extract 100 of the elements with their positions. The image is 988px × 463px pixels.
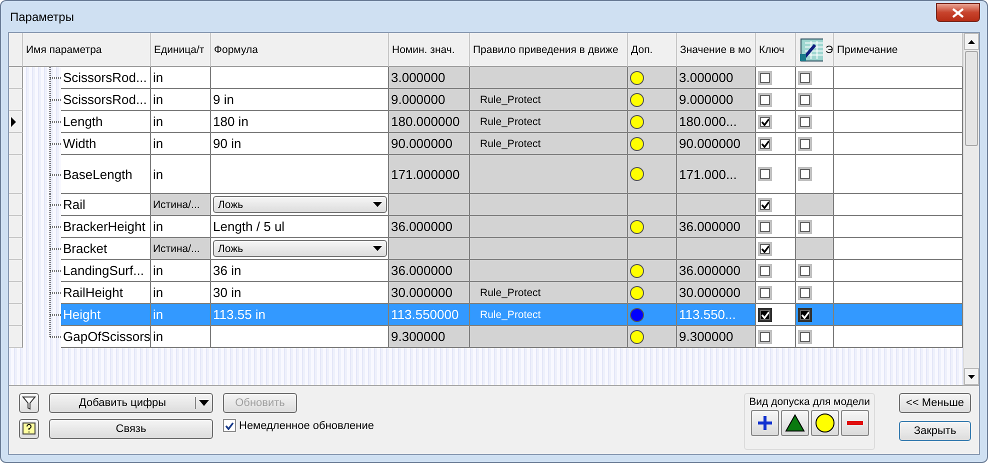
table-cell: 113.550... <box>677 304 756 326</box>
table-cell: 9 in <box>211 89 389 111</box>
checkbox[interactable] <box>758 167 772 181</box>
tree-line <box>49 111 61 133</box>
table-cell: 30.000000 <box>389 282 470 304</box>
table-cell: Length / 5 ul <box>211 216 389 238</box>
tree-line <box>49 89 61 111</box>
checkbox[interactable] <box>758 114 772 128</box>
table-cell: in <box>151 304 211 326</box>
scroll-up-button[interactable] <box>964 33 979 50</box>
table-cell: 30 in <box>211 282 389 304</box>
column-header[interactable]: Имя параметра <box>23 33 151 67</box>
immediate-update-checkbox[interactable]: Немедленное обновление <box>223 419 374 432</box>
column-header[interactable]: Доп. <box>628 33 677 67</box>
close-button[interactable] <box>936 3 980 22</box>
table-cell: in <box>151 326 211 348</box>
column-header[interactable]: Значение в мо <box>677 33 756 67</box>
tree-line <box>49 216 61 238</box>
checkbox[interactable] <box>798 264 812 278</box>
table-cell: Height <box>61 304 151 326</box>
up-arrow-icon <box>968 40 975 44</box>
checkbox[interactable] <box>758 330 772 344</box>
column-header[interactable]: Номин. знач. <box>389 33 470 67</box>
table-cell: 171.000000 <box>389 155 470 194</box>
table-cell: Rule_Protect <box>470 282 628 304</box>
checkbox[interactable] <box>798 220 812 234</box>
table-cell: 90.000000 <box>677 133 756 155</box>
table-cell: in <box>151 216 211 238</box>
table-cell: 180.000000 <box>389 111 470 133</box>
triangle-icon <box>784 414 805 432</box>
checkbox[interactable] <box>758 136 772 150</box>
checkbox[interactable] <box>758 264 772 278</box>
table-cell: 9.300000 <box>389 326 470 348</box>
close-dialog-button[interactable]: Закрыть <box>899 421 971 441</box>
tolerance-button[interactable] <box>750 410 779 436</box>
circle-icon <box>814 413 835 433</box>
column-header[interactable]: Э <box>796 33 834 67</box>
minus-icon <box>846 421 863 425</box>
checkbox[interactable] <box>758 70 772 84</box>
window-title: Параметры <box>9 10 74 24</box>
table-cell: 113.550000 <box>389 304 470 326</box>
checkbox[interactable] <box>798 114 812 128</box>
checkmark-icon <box>760 140 770 148</box>
checkbox[interactable] <box>758 286 772 300</box>
scrollbar-thumb[interactable] <box>965 51 978 146</box>
checkbox[interactable] <box>798 92 812 106</box>
add-button[interactable]: Добавить цифры <box>49 393 213 413</box>
row-header[interactable] <box>9 111 23 133</box>
table-cell: in <box>151 67 211 89</box>
help-button[interactable] <box>19 419 39 439</box>
table-cell: 9.000000 <box>677 89 756 111</box>
column-header[interactable]: Правило приведения в движе <box>470 33 628 67</box>
table-cell: Rule_Protect <box>470 111 628 133</box>
checkbox[interactable] <box>798 167 812 181</box>
scrollbar[interactable] <box>963 33 979 385</box>
table-cell: LandingSurf... <box>61 260 151 282</box>
link-button[interactable]: Связь <box>49 419 213 439</box>
table-cell: GapOfScissors <box>61 326 151 348</box>
table-cell: 36 in <box>211 260 389 282</box>
table-cell: 180.000... <box>677 111 756 133</box>
column-header[interactable]: Формула <box>211 33 389 67</box>
table-cell: 90.000000 <box>389 133 470 155</box>
table-cell: 3.000000 <box>677 67 756 89</box>
checkbox[interactable] <box>758 242 772 256</box>
column-header[interactable]: Ключ <box>756 33 796 67</box>
checkbox[interactable] <box>758 92 772 106</box>
filter-icon <box>22 396 36 410</box>
tree-line <box>49 67 61 89</box>
column-header[interactable]: Единица/т <box>151 33 211 67</box>
tree-line <box>49 282 61 304</box>
table-cell: 9.300000 <box>677 326 756 348</box>
checkbox[interactable] <box>758 198 772 212</box>
table-cell: 113.55 in <box>211 304 389 326</box>
filter-button[interactable] <box>19 393 39 413</box>
table-cell: Rule_Protect <box>470 89 628 111</box>
table-cell: ScissorsRod... <box>61 89 151 111</box>
tolerance-button[interactable] <box>780 410 809 436</box>
table-cell: in <box>151 89 211 111</box>
value-dropdown[interactable]: Ложь <box>213 196 387 213</box>
checkbox[interactable] <box>798 330 812 344</box>
table-cell: RailHeight <box>61 282 151 304</box>
table-cell: 36.000000 <box>389 260 470 282</box>
group-title: Вид допуска для модели <box>749 396 870 408</box>
row-pointer-icon <box>9 116 17 126</box>
checkbox[interactable] <box>798 136 812 150</box>
checkbox[interactable] <box>758 220 772 234</box>
value-dropdown[interactable]: Ложь <box>213 240 387 257</box>
table-cell: Length <box>61 111 151 133</box>
column-header[interactable]: Примечание <box>834 33 963 67</box>
checkbox[interactable] <box>758 308 772 322</box>
caret-icon <box>373 202 382 207</box>
checkbox[interactable] <box>798 308 812 322</box>
table-cell: ScissorsRod... <box>61 67 151 89</box>
scroll-down-button[interactable] <box>964 368 979 385</box>
tolerance-button[interactable] <box>810 410 839 436</box>
checkbox[interactable] <box>798 286 812 300</box>
checkbox[interactable] <box>798 70 812 84</box>
help-icon <box>22 422 36 436</box>
table-cell: 3.000000 <box>389 67 470 89</box>
less-button[interactable]: << Меньше <box>899 393 971 413</box>
